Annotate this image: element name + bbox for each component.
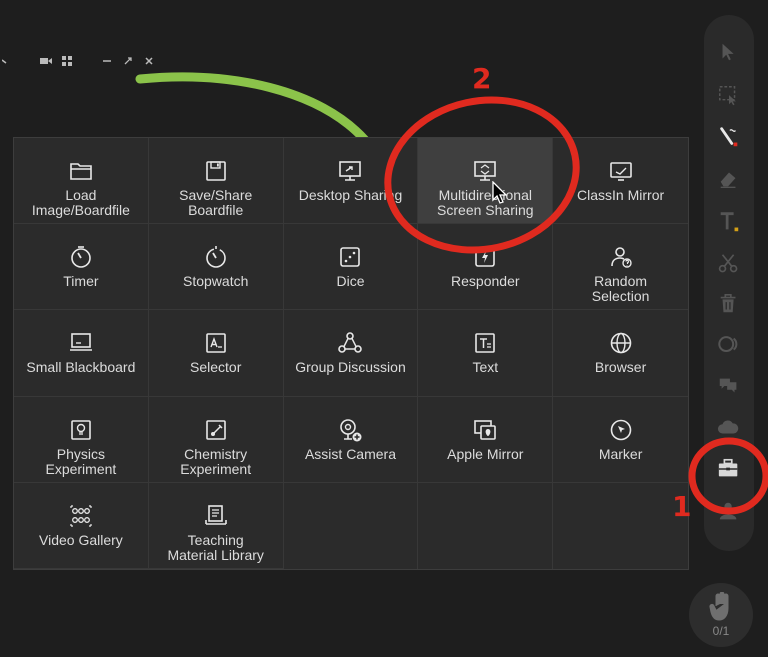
responder-icon: [472, 244, 498, 270]
tool-label: Assist Camera: [304, 445, 396, 462]
save-icon: [203, 158, 229, 184]
tool-chemistry[interactable]: Chemistry Experiment: [148, 396, 284, 483]
tool-label: Random Selection: [591, 273, 650, 305]
tool-desktop-share[interactable]: Desktop Sharing: [283, 138, 419, 225]
empty-cell: [418, 482, 554, 569]
physics-icon: [68, 417, 94, 443]
tool-label: Load Image/Boardfile: [31, 187, 130, 218]
hand-raise-count: 0/1: [712, 624, 730, 638]
apple-mirror-icon: [472, 417, 498, 443]
text-tool-icon[interactable]: [717, 210, 741, 234]
tool-material-library[interactable]: Teaching Material Library: [148, 482, 284, 569]
right-toolbar: [704, 15, 754, 551]
hand-raise-button[interactable]: 0/1: [689, 583, 753, 647]
tool-save[interactable]: Save/Share Boardfile: [148, 138, 284, 225]
tool-label: Save/Share Boardfile: [179, 187, 253, 218]
pen-icon[interactable]: [717, 125, 741, 149]
tool-assist-camera[interactable]: Assist Camera: [283, 396, 419, 483]
tool-label: Small Blackboard: [26, 359, 136, 376]
browser-icon: [608, 330, 634, 356]
trash-icon[interactable]: [717, 292, 741, 316]
chevron-icon[interactable]: [0, 55, 12, 67]
window-controls: [0, 53, 155, 69]
tool-label: Marker: [598, 445, 643, 462]
chemistry-icon: [203, 417, 229, 443]
empty-cell: [553, 483, 688, 569]
users-icon[interactable]: [717, 500, 741, 524]
tool-label: Apple Mirror: [447, 445, 524, 462]
tool-marker[interactable]: Marker: [553, 397, 688, 483]
material-library-icon: [203, 503, 229, 529]
tool-random-selection[interactable]: Random Selection: [553, 224, 688, 311]
shape-icon[interactable]: [717, 333, 741, 357]
tool-label: Teaching Material Library: [167, 531, 264, 563]
tool-label: Group Discussion: [295, 359, 406, 376]
tool-physics[interactable]: Physics Experiment: [14, 396, 149, 483]
tool-label: ClassIn Mirror: [577, 187, 665, 203]
tool-label: Text: [472, 359, 499, 376]
tool-label: Desktop Sharing: [298, 187, 403, 203]
tool-stopwatch[interactable]: Stopwatch: [148, 224, 284, 311]
tool-label: Multidirectional Screen Sharing: [437, 187, 534, 218]
marker-icon: [608, 417, 634, 443]
empty-cell: [284, 482, 419, 569]
chat-icon[interactable]: [717, 374, 741, 398]
tool-label: Responder: [451, 273, 520, 290]
tool-browser[interactable]: Browser: [553, 310, 688, 397]
tool-label: Timer: [63, 273, 99, 290]
annotation-number-2: 2: [472, 62, 492, 95]
text-icon: [472, 330, 498, 356]
tool-selector[interactable]: Selector: [148, 310, 284, 397]
tool-multi-screen-share[interactable]: Multidirectional Screen Sharing: [418, 138, 554, 225]
hand-icon: [708, 592, 734, 622]
random-selection-icon: [608, 244, 634, 270]
select-arrow-icon[interactable]: [717, 40, 741, 64]
tool-label: Video Gallery: [39, 531, 123, 548]
tool-group-discussion[interactable]: Group Discussion: [283, 310, 419, 397]
tool-label: Dice: [336, 273, 365, 290]
dice-icon: [337, 244, 363, 270]
annotation-number-1: 1: [672, 490, 692, 523]
scissors-icon[interactable]: [717, 252, 741, 276]
folder-icon: [68, 158, 94, 184]
eraser-icon[interactable]: [717, 167, 741, 191]
tool-video-gallery[interactable]: Video Gallery: [14, 482, 149, 569]
toolbox-icon[interactable]: [717, 457, 741, 481]
toolbox-panel: Load Image/Boardfile Save/Share Boardfile…: [13, 137, 689, 570]
tool-label: Browser: [594, 359, 647, 376]
cloud-icon[interactable]: [717, 416, 741, 440]
tool-folder[interactable]: Load Image/Boardfile: [14, 138, 149, 225]
tool-text[interactable]: Text: [418, 310, 554, 397]
tool-label: Chemistry Experiment: [180, 445, 252, 477]
desktop-share-icon: [337, 158, 363, 184]
timer-icon: [68, 244, 94, 270]
camera-icon[interactable]: [40, 55, 52, 67]
tool-label: Stopwatch: [183, 273, 249, 290]
tool-mirror[interactable]: ClassIn Mirror: [553, 138, 688, 225]
assist-camera-icon: [337, 417, 363, 443]
minimize-icon[interactable]: [101, 55, 113, 67]
group-discussion-icon: [337, 330, 363, 356]
restore-icon[interactable]: [122, 55, 134, 67]
tool-label: Physics Experiment: [45, 445, 117, 477]
grid-icon[interactable]: [61, 55, 73, 67]
tool-label: Selector: [190, 359, 242, 376]
video-gallery-icon: [68, 503, 94, 529]
area-select-icon[interactable]: [717, 84, 741, 108]
stopwatch-icon: [203, 244, 229, 270]
mirror-icon: [608, 158, 634, 184]
selector-icon: [203, 330, 229, 356]
mouse-cursor-icon: [492, 181, 508, 204]
small-blackboard-icon: [68, 330, 94, 356]
tool-small-blackboard[interactable]: Small Blackboard: [14, 310, 149, 397]
close-icon[interactable]: [143, 55, 155, 67]
tool-dice[interactable]: Dice: [283, 224, 419, 311]
tool-apple-mirror[interactable]: Apple Mirror: [418, 396, 554, 483]
tool-responder[interactable]: Responder: [418, 224, 554, 311]
tool-timer[interactable]: Timer: [14, 224, 149, 311]
